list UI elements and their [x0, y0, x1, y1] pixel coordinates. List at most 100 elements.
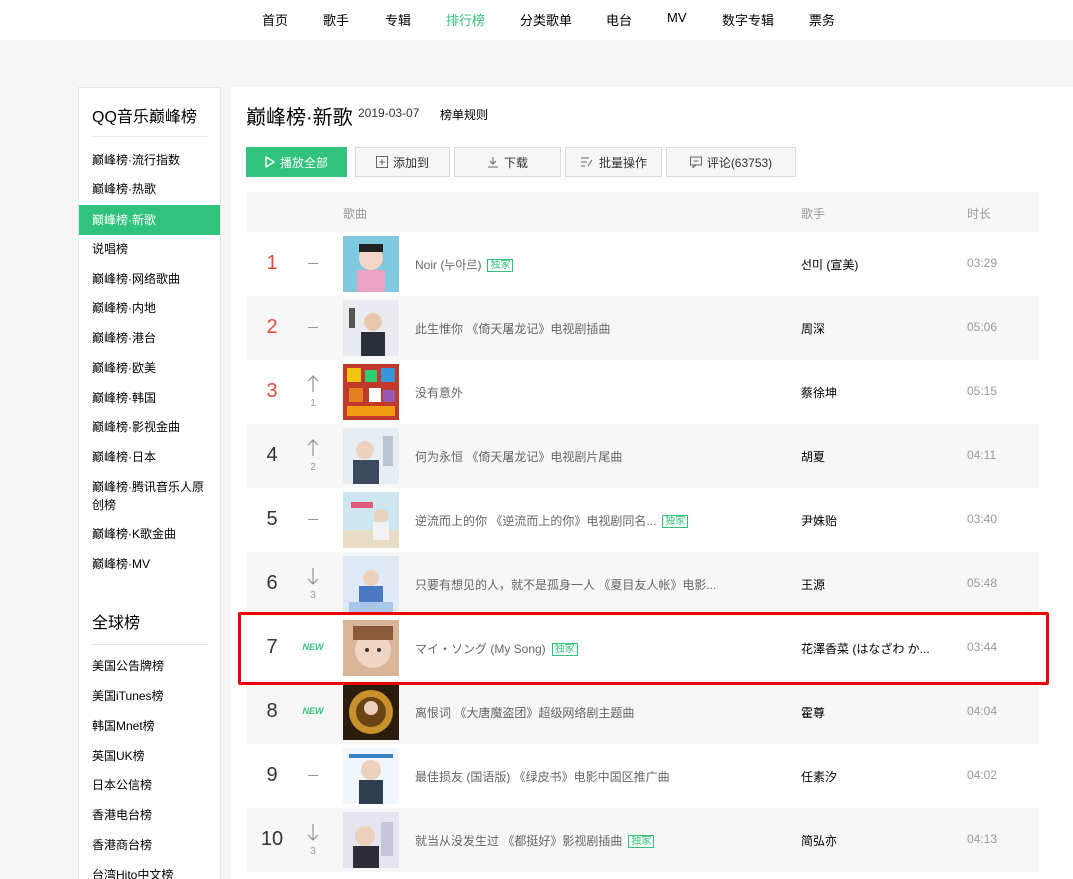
album-cover[interactable]: [343, 556, 399, 612]
nav-digital-albums[interactable]: 数字专辑: [722, 10, 774, 29]
song-singer[interactable]: 선미 (宣美): [801, 256, 858, 273]
nav-radio[interactable]: 电台: [606, 10, 632, 29]
song-row[interactable]: 8 NEW 离恨词 《大唐魔盗团》超级网络剧主题曲 霍尊 04:04: [246, 680, 1038, 744]
add-to-button[interactable]: 添加到: [355, 147, 450, 177]
song-singer[interactable]: 任素汐: [801, 768, 837, 785]
sidebar-item-rthk[interactable]: 香港电台榜: [79, 806, 220, 824]
sidebar-item-original[interactable]: 巅峰榜·腾讯音乐人原创榜: [79, 478, 207, 514]
song-title-cell[interactable]: 就当从没发生过 《都挺好》影视剧插曲 独家: [415, 832, 655, 849]
comments-button[interactable]: 评论(63753): [666, 147, 796, 177]
song-title-cell[interactable]: 逆流而上的你 《逆流而上的你》电视剧同名... 独家: [415, 512, 689, 529]
song-row[interactable]: 1 Noir (누아르) 独家 선미 (宣美) 03:29: [246, 232, 1038, 296]
play-all-button[interactable]: 播放全部: [246, 147, 347, 177]
song-trend: NEW: [301, 694, 325, 730]
sidebar-item-pop-index[interactable]: 巅峰榜·流行指数: [79, 151, 220, 169]
sidebar-item-new[interactable]: 巅峰榜·新歌: [79, 205, 220, 235]
comments-label: 评论(63753): [706, 155, 773, 170]
chart-date: 2019-03-07: [358, 106, 420, 120]
song-row[interactable]: 9 最佳损友 (国语版) 《绿皮书》电影中国区推广曲 任素汐 04:02: [246, 744, 1038, 808]
album-cover[interactable]: [343, 620, 399, 676]
sidebar-item-hk-tw[interactable]: 巅峰榜·港台: [79, 329, 220, 347]
song-duration: 03:44: [967, 640, 998, 654]
album-cover[interactable]: [343, 300, 399, 356]
sidebar-item-mv[interactable]: 巅峰榜·MV: [79, 555, 220, 573]
download-button[interactable]: 下载: [454, 147, 561, 177]
song-title-cell[interactable]: 没有意外: [415, 384, 463, 401]
song-duration: 04:13: [967, 832, 998, 846]
song-rank: 6: [266, 572, 278, 594]
song-rank: 7: [266, 636, 278, 658]
song-title[interactable]: マイ・ソング (My Song): [415, 642, 546, 656]
song-title[interactable]: Noir (누아르): [415, 258, 481, 272]
nav-tickets[interactable]: 票务: [809, 10, 835, 29]
chart-rules-link[interactable]: 榜单规则: [440, 106, 488, 123]
nav-albums[interactable]: 专辑: [385, 10, 411, 29]
album-cover[interactable]: [343, 236, 399, 292]
song-singer[interactable]: 尹姝贻: [801, 512, 837, 529]
sidebar-item-mainland[interactable]: 巅峰榜·内地: [79, 299, 220, 317]
song-title-cell[interactable]: 此生惟你 《倚天屠龙记》电视剧插曲: [415, 320, 610, 337]
song-duration: 04:02: [967, 768, 998, 782]
nav-home[interactable]: 首页: [262, 10, 288, 29]
album-cover[interactable]: [343, 364, 399, 420]
sidebar-item-crhk[interactable]: 香港商台榜: [79, 836, 220, 854]
album-cover[interactable]: [343, 492, 399, 548]
song-title-cell[interactable]: マイ・ソング (My Song) 独家: [415, 640, 578, 657]
album-cover[interactable]: [343, 428, 399, 484]
sidebar-item-oricon[interactable]: 日本公信榜: [79, 776, 220, 794]
sidebar-item-korea[interactable]: 巅峰榜·韩国: [79, 389, 220, 407]
album-cover[interactable]: [343, 684, 399, 740]
song-singer[interactable]: 胡夏: [801, 448, 825, 465]
song-row[interactable]: 2 此生惟你 《倚天屠龙记》电视剧插曲 周深 05:06: [246, 296, 1038, 360]
song-singer[interactable]: 蔡徐坤: [801, 384, 837, 401]
sidebar-item-karaoke[interactable]: 巅峰榜·K歌金曲: [79, 525, 220, 543]
song-duration: 05:06: [967, 320, 998, 334]
nav-mv[interactable]: MV: [667, 10, 687, 25]
song-title[interactable]: 就当从没发生过 《都挺好》影视剧插曲: [415, 834, 622, 848]
song-title[interactable]: 逆流而上的你 《逆流而上的你》电视剧同名...: [415, 514, 656, 528]
song-singer[interactable]: 花澤香菜 (はなざわ か...: [801, 640, 930, 657]
song-singer[interactable]: 周深: [801, 320, 825, 337]
song-title[interactable]: 最佳损友 (国语版) 《绿皮书》电影中国区推广曲: [415, 770, 670, 784]
song-title-cell[interactable]: 何为永恒 《倚天屠龙记》电视剧片尾曲: [415, 448, 622, 465]
nav-playlists[interactable]: 分类歌单: [520, 10, 572, 29]
sidebar-item-western[interactable]: 巅峰榜·欧美: [79, 359, 220, 377]
song-title[interactable]: 离恨词 《大唐魔盗团》超级网络剧主题曲: [415, 706, 634, 720]
song-title[interactable]: 只要有想见的人，就不是孤身一人 《夏目友人帐》电影...: [415, 578, 716, 592]
sidebar-item-itunes[interactable]: 美国iTunes榜: [79, 687, 220, 705]
song-singer[interactable]: 霍尊: [801, 704, 825, 721]
sidebar-section-title: QQ音乐巅峰榜: [92, 109, 197, 126]
sidebar-item-rap[interactable]: 说唱榜: [79, 240, 220, 258]
album-cover[interactable]: [343, 748, 399, 804]
chart-sidebar: QQ音乐巅峰榜 巅峰榜·流行指数 巅峰榜·热歌 巅峰榜·新歌 说唱榜 巅峰榜·网…: [78, 87, 221, 879]
batch-ops-button[interactable]: 批量操作: [565, 147, 662, 177]
sidebar-section-title-global: 全球榜: [92, 615, 141, 632]
song-row[interactable]: 6 3 只要有想见的人，就不是孤身一人 《夏目友人帐》电影... 王源 05:48: [246, 552, 1038, 616]
sidebar-item-hot[interactable]: 巅峰榜·热歌: [79, 180, 220, 198]
sidebar-item-hito[interactable]: 台湾Hito中文榜: [79, 866, 220, 879]
song-title[interactable]: 没有意外: [415, 386, 463, 400]
sidebar-item-mnet[interactable]: 韩国Mnet榜: [79, 717, 220, 735]
sidebar-item-film[interactable]: 巅峰榜·影视金曲: [79, 418, 220, 436]
song-title-cell[interactable]: 最佳损友 (国语版) 《绿皮书》电影中国区推广曲: [415, 768, 670, 785]
sidebar-item-japan[interactable]: 巅峰榜·日本: [79, 448, 220, 466]
trend-change: 3: [310, 846, 316, 857]
song-title[interactable]: 此生惟你 《倚天屠龙记》电视剧插曲: [415, 322, 610, 336]
sidebar-item-internet[interactable]: 巅峰榜·网络歌曲: [79, 270, 220, 288]
song-title-cell[interactable]: 离恨词 《大唐魔盗团》超级网络剧主题曲: [415, 704, 634, 721]
song-row[interactable]: 4 2 何为永恒 《倚天屠龙记》电视剧片尾曲 胡夏 04:11: [246, 424, 1038, 488]
song-title-cell[interactable]: 只要有想见的人，就不是孤身一人 《夏目友人帐》电影...: [415, 576, 716, 593]
song-singer[interactable]: 简弘亦: [801, 832, 837, 849]
sidebar-item-billboard[interactable]: 美国公告牌榜: [79, 657, 220, 675]
song-row[interactable]: 5 逆流而上的你 《逆流而上的你》电视剧同名... 独家 尹姝贻 03:40: [246, 488, 1038, 552]
song-row[interactable]: 3 1 没有意外 蔡徐坤 05:15: [246, 360, 1038, 424]
song-row[interactable]: 7 NEW マイ・ソング (My Song) 独家 花澤香菜 (はなざわ か... 03:…: [246, 616, 1038, 680]
song-title[interactable]: 何为永恒 《倚天屠龙记》电视剧片尾曲: [415, 450, 622, 464]
song-title-cell[interactable]: Noir (누아르) 独家: [415, 256, 514, 273]
nav-charts[interactable]: 排行榜: [446, 10, 485, 29]
album-cover[interactable]: [343, 812, 399, 868]
sidebar-item-uk[interactable]: 英国UK榜: [79, 747, 220, 765]
song-row[interactable]: 10 3 就当从没发生过 《都挺好》影视剧插曲 独家 简弘亦 04:13: [246, 808, 1038, 872]
song-singer[interactable]: 王源: [801, 576, 825, 593]
nav-singers[interactable]: 歌手: [323, 10, 349, 29]
